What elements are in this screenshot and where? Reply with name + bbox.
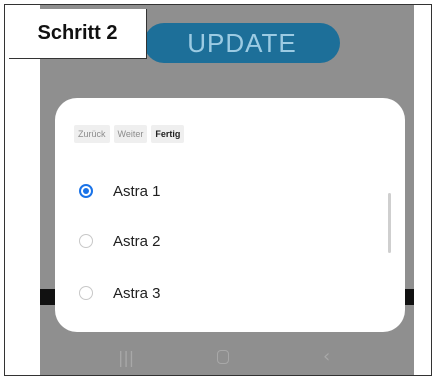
option-label: Astra 3 xyxy=(113,284,161,302)
satellite-select-dialog: Zurück Weiter Fertig Astra 1 Astra 2 Ast… xyxy=(55,98,405,332)
radio-unchecked-icon[interactable] xyxy=(79,234,93,248)
recent-apps-icon[interactable]: ||| xyxy=(118,348,134,367)
dialog-scrollbar[interactable] xyxy=(388,193,391,253)
option-astra-1[interactable]: Astra 1 xyxy=(79,179,161,203)
option-astra-3[interactable]: Astra 3 xyxy=(79,281,161,305)
dialog-button-row: Zurück Weiter Fertig xyxy=(74,125,185,143)
screenshot-frame: UPDATE Zurück Weiter Fertig Astra 1 Astr… xyxy=(4,4,432,376)
home-icon[interactable] xyxy=(217,350,229,364)
update-button[interactable]: UPDATE xyxy=(144,23,340,63)
done-tab[interactable]: Fertig xyxy=(151,125,185,143)
step-label: Schritt 2 xyxy=(9,9,147,59)
next-tab[interactable]: Weiter xyxy=(113,125,148,143)
back-tab[interactable]: Zurück xyxy=(74,125,110,143)
option-astra-2[interactable]: Astra 2 xyxy=(79,229,161,253)
phone-screen: UPDATE Zurück Weiter Fertig Astra 1 Astr… xyxy=(40,5,414,375)
radio-checked-icon[interactable] xyxy=(79,184,93,198)
radio-unchecked-icon[interactable] xyxy=(79,286,93,300)
option-label: Astra 1 xyxy=(113,182,161,200)
option-label: Astra 2 xyxy=(113,232,161,250)
android-navbar: ||| ‹ xyxy=(40,337,414,375)
back-icon[interactable]: ‹ xyxy=(323,346,330,367)
